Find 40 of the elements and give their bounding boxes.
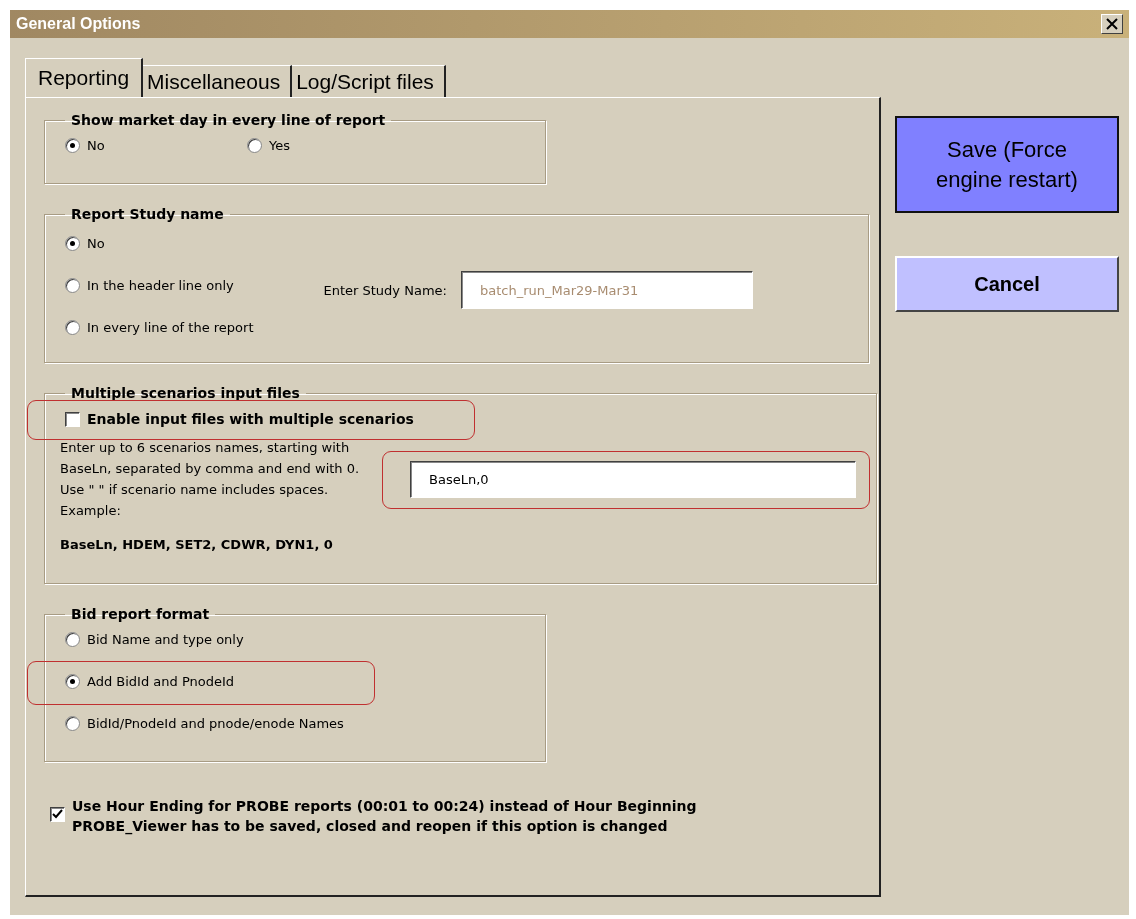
radio-label: No: [87, 235, 105, 251]
checkbox[interactable]: [50, 807, 65, 822]
radio-label: BidId/PnodeId and pnode/enode Names: [87, 715, 344, 731]
tab[interactable]: Miscellaneous: [143, 65, 293, 97]
radio-button[interactable]: [65, 631, 80, 647]
group-title: Bid report format: [70, 606, 211, 622]
field-label: Enter Study Name:: [323, 282, 447, 298]
radio-button[interactable]: [247, 137, 262, 153]
scenarios-field[interactable]: BaseLn,0: [410, 460, 856, 498]
radio-label: Add BidId and PnodeId: [87, 673, 235, 689]
example-text: BaseLn, HDEM, SET2, CDWR, DYN1, 0: [60, 537, 334, 552]
checkbox-label: PROBE_Viewer has to be saved, closed and reopen if this option is changed: [72, 817, 669, 836]
radio-label: In every line of the report: [87, 319, 254, 335]
save-button[interactable]: Save (Force engine restart): [895, 116, 1119, 213]
radio-label: Bid Name and type only: [87, 631, 244, 647]
radio-option[interactable]: Add BidId and PnodeId: [65, 660, 525, 702]
tab[interactable]: Log/Script files: [292, 65, 446, 97]
group-title: Multiple scenarios input files: [70, 385, 301, 401]
radio-label: Yes: [269, 137, 290, 153]
cancel-button[interactable]: Cancel: [895, 256, 1119, 312]
checkbox[interactable]: [65, 411, 80, 427]
group-title: Show market day in every line of report: [70, 112, 387, 128]
radio-label: In the header line only: [87, 277, 234, 293]
checkbox-option[interactable]: Use Hour Ending for PROBE reports (00:01 to 00:24) instead of Hour Beginning PROBE_Viewer has to be saved, closed and reopen if this option is changed: [50, 796, 869, 836]
radio-button[interactable]: [65, 319, 80, 335]
radio-option[interactable]: No: [65, 130, 247, 160]
tab[interactable]: Reporting: [25, 58, 144, 97]
check-icon: [52, 809, 63, 820]
group-title: Report Study name: [70, 206, 225, 222]
window-title: General Options: [16, 15, 141, 33]
radio-option[interactable]: In every line of the report: [65, 306, 254, 348]
close-button[interactable]: [1101, 14, 1123, 34]
description-text: Enter up to 6 scenarios names, starting with BaseLn, separated by comma and end with 0. Use " " if scenario name includes spaces. Example:: [60, 439, 361, 520]
radio-option[interactable]: In the header line only: [65, 264, 254, 306]
checkbox-label: Use Hour Ending for PROBE reports (00:01 to 00:24) instead of Hour Beginning: [72, 797, 697, 816]
radio-option[interactable]: BidId/PnodeId and pnode/enode Names: [65, 702, 525, 744]
radio-option[interactable]: No: [65, 222, 254, 264]
radio-label: No: [87, 137, 105, 153]
radio-option[interactable]: Yes: [247, 130, 429, 160]
close-icon: [1106, 18, 1118, 30]
